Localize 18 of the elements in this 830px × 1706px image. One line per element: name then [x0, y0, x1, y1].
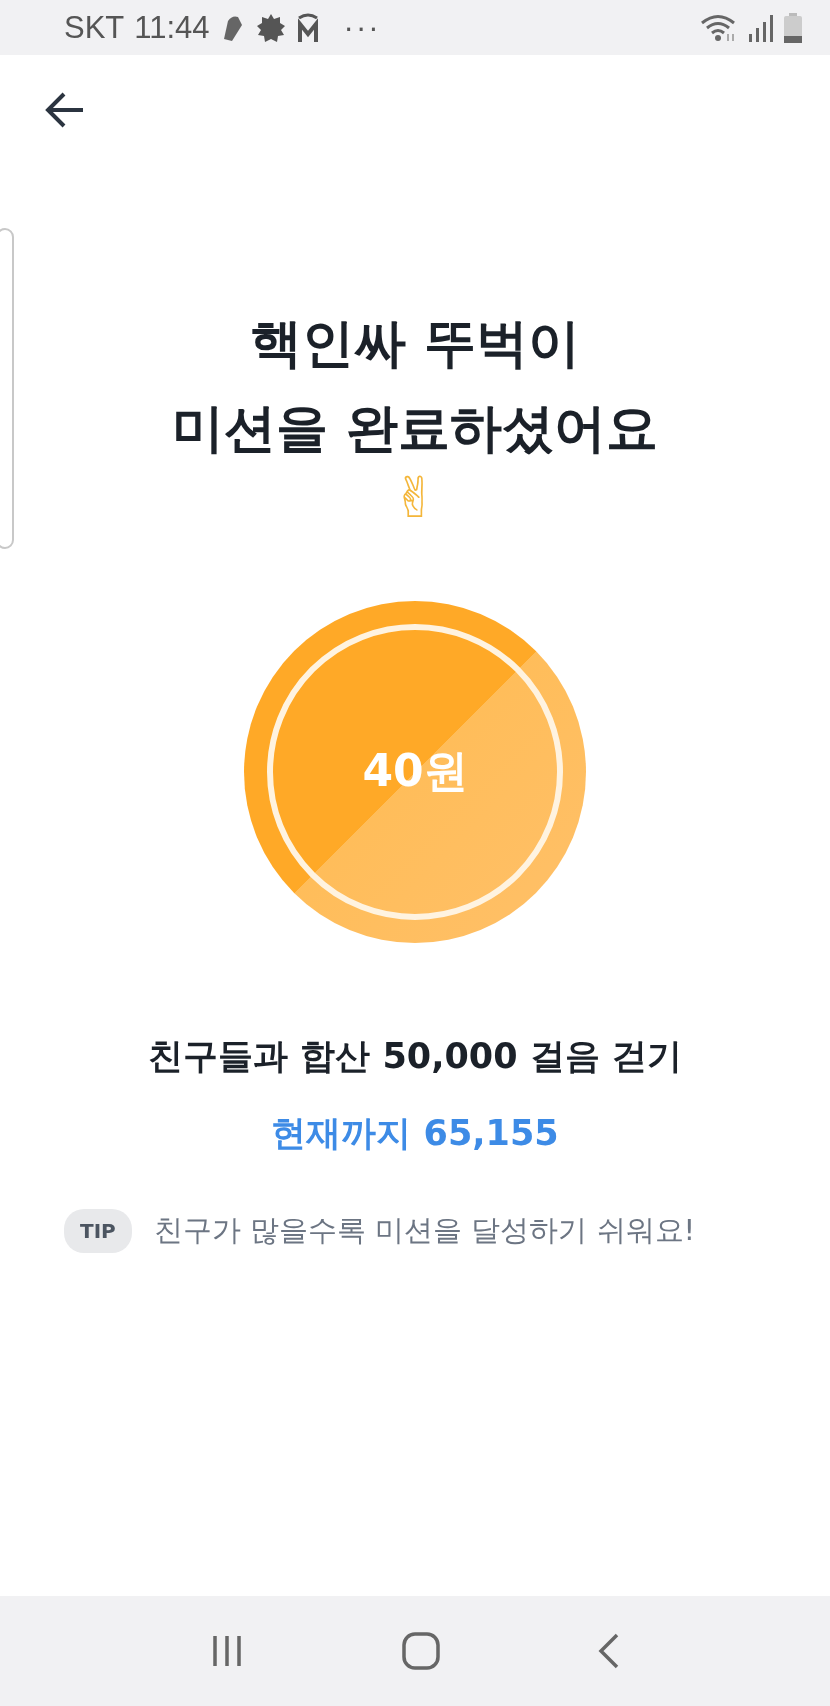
tip-text: 친구가 많을수록 미션을 달성하기 쉬워요! [153, 1211, 696, 1249]
title-text: 핵인싸 뚜벅이 [249, 315, 581, 373]
home-icon[interactable] [402, 1632, 440, 1670]
mission-goal-text: 친구들과 합산 50,000 걸음 걷기 [148, 1034, 682, 1078]
battery-icon [784, 12, 802, 43]
reward-amount-text: 40원 [362, 744, 468, 799]
title-text: 미션을 완료하셨어요 [171, 400, 659, 458]
m-logo-icon [295, 11, 320, 44]
more-notifications-text: ··· [343, 9, 381, 46]
emoji-text: ✌ [391, 467, 439, 529]
tip-badge: TIP [64, 1208, 132, 1253]
clock-text: 11:44 [134, 9, 210, 46]
signal-icon [748, 13, 774, 42]
edge-panel-handle[interactable] [0, 228, 14, 549]
back-arrow-icon[interactable] [45, 91, 85, 129]
carrier-text: SKT [64, 9, 125, 46]
badge-icon [255, 12, 286, 43]
progress-text: 현재까지 65,155 [271, 1111, 559, 1155]
